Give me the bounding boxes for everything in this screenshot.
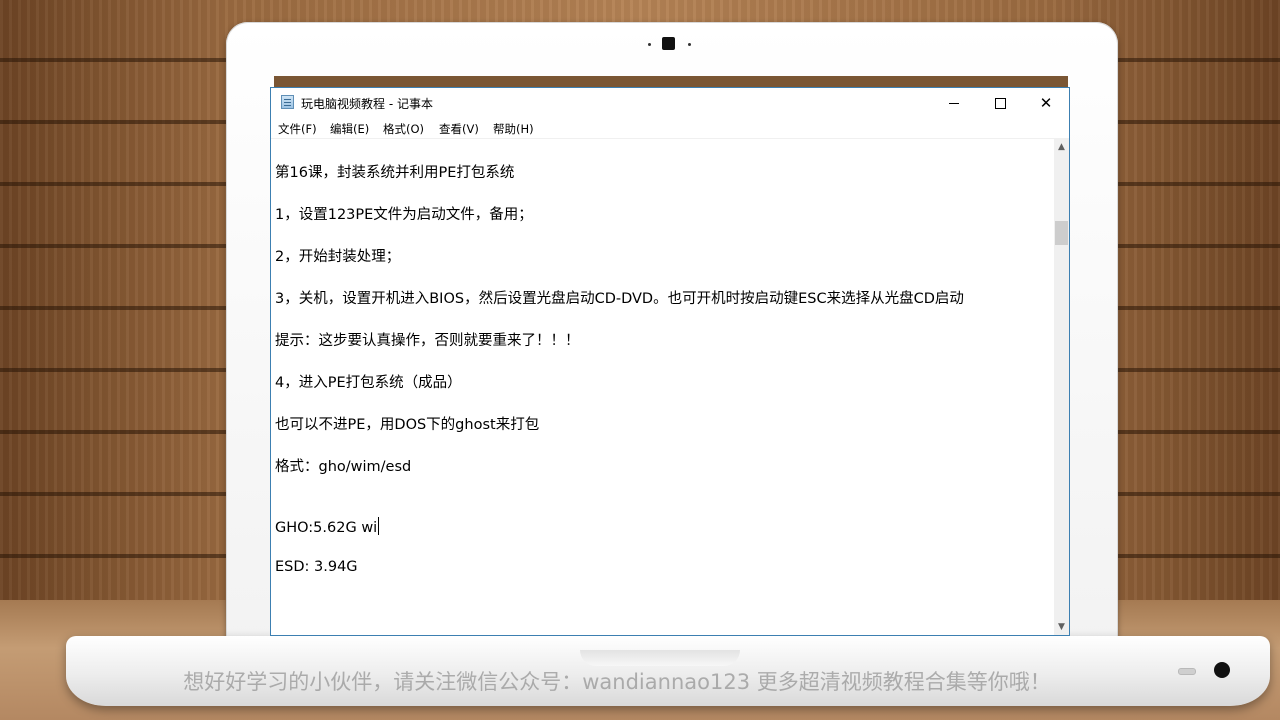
notepad-window: 玩电脑视频教程 - 记事本 ✕ 文件(F) 编辑(E) 格式(O) 查看(V) … [270,87,1070,636]
current-line-text: GHO:5.62G wi [275,520,378,536]
text-line: 格式：gho/wim/esd [275,459,412,475]
text-line: 第16课，封装系统并利用PE打包系统 [275,165,515,181]
minimize-button[interactable] [931,88,977,118]
camera-sensor-right [688,43,691,46]
menu-bar: 文件(F) 编辑(E) 格式(O) 查看(V) 帮助(H) [271,118,1069,139]
window-title: 玩电脑视频教程 - 记事本 [301,97,433,111]
text-line: ESD: 3.94G [275,559,358,575]
vertical-scrollbar[interactable]: ▲ ▼ [1054,139,1069,635]
scrollbar-thumb[interactable] [1055,221,1068,245]
menu-view[interactable]: 查看(V) [439,121,479,137]
text-line: 提示：这步要认真操作，否则就要重来了！！！ [275,333,580,349]
text-line: 2，开始封装处理； [275,249,401,265]
camera-sensor-left [648,43,651,46]
laptop-notch [580,650,740,666]
scroll-up-arrow-icon[interactable]: ▲ [1054,139,1069,155]
text-line: 也可以不进PE，用DOS下的ghost来打包 [275,417,540,433]
text-caret [378,517,380,535]
watermark-caption: 想好好学习的小伙伴，请关注微信公众号：wandiannao123 更多超清视频教… [183,670,1051,694]
menu-format[interactable]: 格式(O) [383,121,424,137]
text-editor[interactable]: 第16课，封装系统并利用PE打包系统 1，设置123PE文件为启动文件，备用； … [271,139,1054,635]
maximize-icon [994,97,1006,109]
maximize-button[interactable] [977,88,1023,118]
text-line: 3，关机，设置开机进入BIOS，然后设置光盘启动CD-DVD。也可开机时按启动键… [275,291,964,307]
text-line: 1，设置123PE文件为启动文件，备用； [275,207,533,223]
title-bar[interactable]: 玩电脑视频教程 - 记事本 ✕ [271,88,1069,118]
scroll-down-arrow-icon[interactable]: ▼ [1054,619,1069,635]
close-button[interactable]: ✕ [1023,88,1069,118]
menu-help[interactable]: 帮助(H) [493,121,534,137]
close-icon: ✕ [1039,93,1053,112]
text-line-current: GHO:5.62G wi [275,517,380,536]
menu-edit[interactable]: 编辑(E) [330,121,369,137]
text-line: 4，进入PE打包系统（成品） [275,375,462,391]
notepad-app-icon [281,95,294,109]
minimize-icon [949,102,959,104]
menu-file[interactable]: 文件(F) [278,121,317,137]
webcam-icon [662,37,675,50]
